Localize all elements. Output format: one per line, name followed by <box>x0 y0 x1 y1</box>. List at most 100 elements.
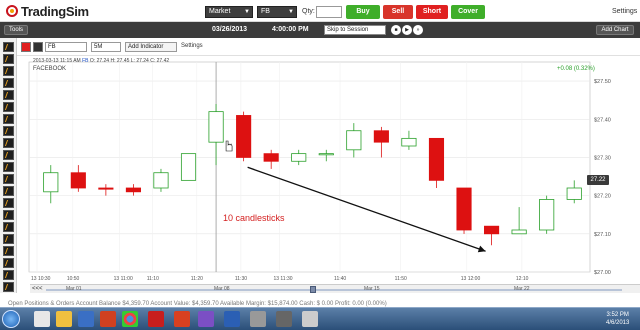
tradingsim-logo: TradingSim <box>6 3 89 19</box>
draw-text-icon[interactable] <box>3 138 14 148</box>
candle-body <box>539 199 555 231</box>
onenote-icon[interactable] <box>198 311 214 327</box>
chevron-down-icon: ▼ <box>244 9 250 15</box>
draw-rect-icon[interactable] <box>3 114 14 124</box>
y-tick-label: $27.30 <box>594 155 611 161</box>
draw-lock-icon[interactable] <box>3 258 14 268</box>
x-tick-label: 11:50 <box>395 276 407 282</box>
candle-body <box>291 153 307 162</box>
y-tick-label: $27.10 <box>594 232 611 238</box>
draw-measure-icon[interactable] <box>3 186 14 196</box>
app2-icon[interactable] <box>250 311 266 327</box>
add-indicator-button[interactable]: Add Indicator <box>125 42 177 52</box>
draw-ellipse-icon[interactable] <box>3 126 14 136</box>
start-button-icon[interactable] <box>2 310 20 328</box>
cover-button[interactable]: Cover <box>451 5 485 19</box>
logo-text: TradingSim <box>21 3 89 19</box>
settings-link[interactable]: Settings <box>612 8 637 15</box>
draw-magnet-icon[interactable] <box>3 246 14 256</box>
skip-to-session-select[interactable]: Skip to Session <box>324 25 386 35</box>
draw-arrow-icon[interactable] <box>3 150 14 160</box>
buy-button[interactable]: Buy <box>346 5 380 19</box>
price-chart[interactable]: $27.50 $27.40 $27.30 $27.20 $27.10 $27.00 13 1… <box>17 56 640 286</box>
scroll-mark: Mar 22 <box>514 286 530 292</box>
sell-button[interactable]: Sell <box>383 5 413 19</box>
candle-body <box>346 130 362 151</box>
candle-body <box>566 187 582 200</box>
candle-body <box>98 187 114 190</box>
forward-icon[interactable]: » <box>413 25 423 35</box>
app4-icon[interactable] <box>302 311 318 327</box>
pdf-icon[interactable] <box>148 311 164 327</box>
scroll-back-button[interactable]: <<< <box>32 285 43 293</box>
draw-pitchfork-icon[interactable] <box>3 162 14 172</box>
draw-hline-icon[interactable] <box>3 66 14 76</box>
powerpoint-icon[interactable] <box>174 311 190 327</box>
play-icon[interactable]: ▶ <box>402 25 412 35</box>
draw-channel-icon[interactable] <box>3 90 14 100</box>
word-icon[interactable] <box>224 311 240 327</box>
scroll-track[interactable] <box>46 289 622 291</box>
draw-crosshair-icon[interactable] <box>3 234 14 244</box>
market-select[interactable]: Market ▼ <box>205 6 253 18</box>
draw-eye-icon[interactable] <box>3 270 14 280</box>
scroll-mark: Mar 08 <box>214 286 230 292</box>
chart-settings-link[interactable]: Settings <box>181 43 203 49</box>
session-bar: Tools 03/26/2013 4:00:00 PM Skip to Sess… <box>0 22 640 38</box>
candle-body <box>456 187 472 231</box>
scroll-thumb[interactable] <box>310 286 316 293</box>
draw-trash-icon[interactable] <box>3 282 14 292</box>
market-select-value: Market <box>209 8 231 15</box>
x-tick-label: 11:10 <box>147 276 159 282</box>
x-tick-label: 13 12:00 <box>461 276 481 282</box>
candle-body <box>373 130 389 143</box>
session-time: 4:00:00 PM <box>272 26 309 33</box>
symbol-select[interactable]: FB ▼ <box>257 6 297 18</box>
folder-icon[interactable] <box>56 311 72 327</box>
x-tick-label: 11:40 <box>334 276 346 282</box>
candle-body <box>318 153 334 156</box>
x-tick-label: 13 10:30 <box>31 276 51 282</box>
scroll-mark: Mar 15 <box>364 286 380 292</box>
candle-body <box>153 172 169 189</box>
chrome-icon[interactable] <box>122 311 138 327</box>
candle-body <box>236 115 252 158</box>
interval-select[interactable]: 5M <box>91 42 121 52</box>
chart-symbol-input[interactable]: FB <box>45 42 87 52</box>
chevron-down-icon: ▼ <box>288 9 294 15</box>
system-tray[interactable] <box>575 314 605 324</box>
short-button[interactable]: Short <box>416 5 448 19</box>
add-chart-button[interactable]: Add Chart <box>596 25 634 35</box>
annotation-text: 10 candlesticks <box>223 213 285 223</box>
candle-body <box>484 225 500 235</box>
chart-type-icon[interactable] <box>33 42 43 52</box>
tools-button[interactable]: Tools <box>4 25 28 35</box>
qty-input[interactable] <box>316 6 342 18</box>
draw-ray-icon[interactable] <box>3 54 14 64</box>
ie-icon[interactable] <box>34 311 50 327</box>
y-tick-label: $27.20 <box>594 194 611 200</box>
candle-body <box>125 187 141 193</box>
chart-color-icon[interactable] <box>21 42 31 52</box>
chart-svg: $27.50 $27.40 $27.30 $27.20 $27.10 $27.00 13 1… <box>28 61 611 282</box>
draw-line-icon[interactable] <box>3 42 14 52</box>
app-icon[interactable] <box>100 311 116 327</box>
draw-fib-icon[interactable] <box>3 102 14 112</box>
ohlc-info: 2013-03-13 11:15 AM FB O: 27.24 H: 27.45… <box>33 58 169 64</box>
candle-body <box>401 137 417 147</box>
media-icon[interactable] <box>78 311 94 327</box>
draw-vline-icon[interactable] <box>3 78 14 88</box>
tradingsim-window: TradingSim Market ▼ FB ▼ Qty: Buy Sell S… <box>0 0 640 330</box>
ohlc-datetime: 2013-03-13 11:15 AM <box>33 58 81 64</box>
candle-body <box>263 153 279 162</box>
stop-icon[interactable]: ■ <box>391 25 401 35</box>
time-scrollbar[interactable]: <<< Mar 01 Mar 08 Mar 15 Mar 22 <box>30 284 640 293</box>
candle-body <box>70 172 86 189</box>
draw-brush-icon[interactable] <box>3 198 14 208</box>
y-tick-label: $27.40 <box>594 117 611 123</box>
chart-title: FACEBOOK <box>33 66 67 72</box>
app3-icon[interactable] <box>276 311 292 327</box>
draw-cycle-icon[interactable] <box>3 210 14 220</box>
draw-gann-icon[interactable] <box>3 174 14 184</box>
draw-zoom-icon[interactable] <box>3 222 14 232</box>
